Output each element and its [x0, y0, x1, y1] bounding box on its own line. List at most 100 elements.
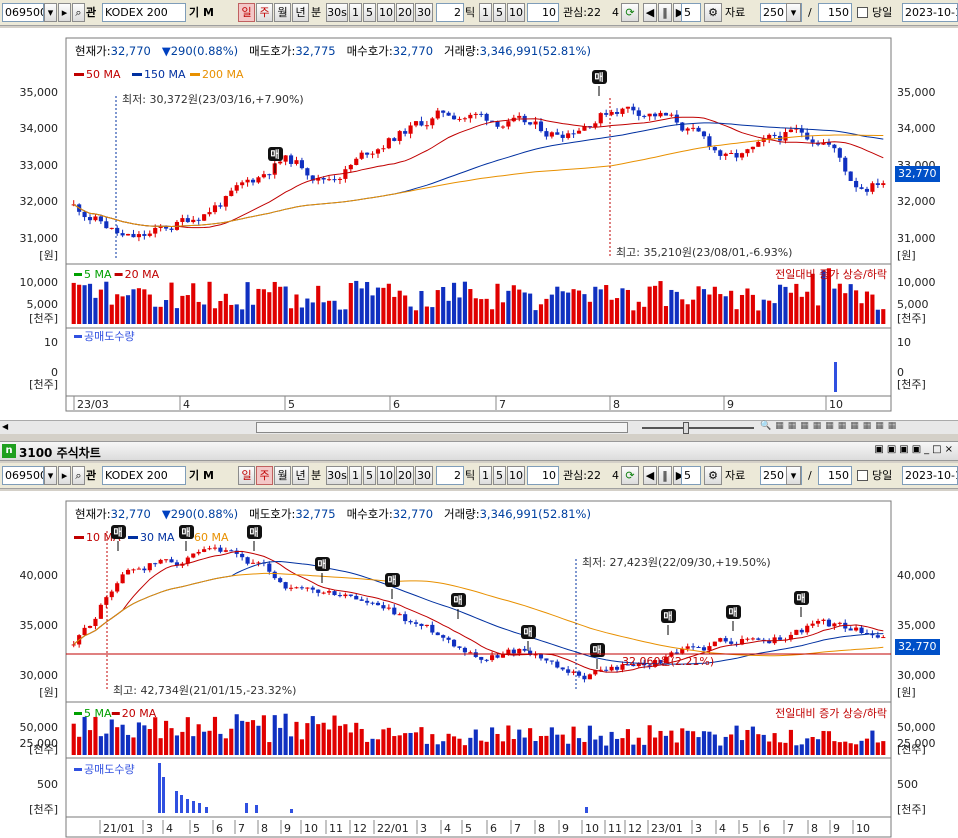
minute-30-tab[interactable]: 30	[415, 3, 433, 22]
code-next-button[interactable]: ▸	[58, 3, 71, 22]
short-volume-bar	[175, 791, 178, 813]
search-icon[interactable]: ⌕	[72, 3, 85, 22]
gwan-label-2[interactable]: 관	[86, 466, 96, 485]
volume-bar	[354, 722, 359, 755]
period-year-tab[interactable]: 년	[292, 3, 309, 22]
step-input[interactable]: 5	[681, 3, 701, 22]
candle-body	[614, 666, 620, 670]
candle-body	[299, 587, 304, 589]
data-total-input-2[interactable]: 150	[818, 466, 852, 485]
x-axis-label: 10	[304, 822, 318, 835]
period-week-tab[interactable]: 주	[256, 3, 273, 22]
period-day-tab[interactable]: 일	[238, 3, 255, 22]
stock-name-field[interactable]: KODEX 200	[102, 3, 186, 22]
settings-gear-icon[interactable]: ⚙	[704, 3, 722, 22]
candle-body	[93, 216, 98, 221]
stock-code-input-2[interactable]: 069500	[2, 466, 44, 485]
chart1-area[interactable]: 35,00035,00034,00034,00033,00033,00032,0…	[0, 28, 958, 420]
stock-code-input[interactable]: 069500	[2, 3, 44, 22]
zoom-slider[interactable]	[642, 427, 754, 429]
chart1-scrollbar[interactable]: ◀ 🔍▦▦▦▦▦▦▦▦▦▦	[0, 420, 958, 434]
candle-body	[164, 559, 169, 561]
volume-bar	[533, 310, 538, 324]
volume-bar	[82, 285, 87, 324]
minute-30s-tab[interactable]: 30s	[326, 3, 348, 22]
x-axis-label: 3	[146, 822, 153, 835]
scroll-left-arrow-icon[interactable]: ◀	[2, 422, 12, 433]
candle-body	[696, 647, 701, 649]
volume-bar	[685, 304, 690, 324]
tick-10-tab-2[interactable]: 10	[507, 466, 525, 485]
period-month-tab[interactable]: 월	[274, 3, 291, 22]
data-count-dropdown-icon-2[interactable]: ▾	[786, 466, 801, 485]
refresh-icon[interactable]: ⟳	[621, 3, 639, 22]
minute-5-tab-2[interactable]: 5	[363, 466, 376, 485]
tick-5-tab-2[interactable]: 5	[493, 466, 506, 485]
minute-30-tab-2[interactable]: 30	[415, 466, 433, 485]
candle-body	[327, 591, 332, 593]
pause-icon-2[interactable]: ‖	[658, 466, 672, 485]
m-label-2[interactable]: M	[203, 466, 214, 485]
tick-count-input[interactable]: 10	[527, 3, 559, 22]
scroll-thumb[interactable]	[256, 422, 628, 433]
pause-icon[interactable]: ‖	[658, 3, 672, 22]
tick-5-tab[interactable]: 5	[493, 3, 506, 22]
step-input-2[interactable]: 5	[681, 466, 701, 485]
prev-arrow-icon-2[interactable]: ◀	[643, 466, 657, 485]
chart2-svg[interactable]: 40,000 40,000 35,000 35,000 30,000 30,000 [원] […	[0, 491, 958, 838]
minute-10-tab-2[interactable]: 10	[377, 466, 395, 485]
date-input-2[interactable]: 2023-10-1	[902, 466, 958, 485]
data-count-dropdown-icon[interactable]: ▾	[786, 3, 801, 22]
zoom-slider-thumb[interactable]	[683, 422, 689, 434]
chart1-svg[interactable]: 35,00035,00034,00034,00033,00033,00032,0…	[0, 28, 958, 420]
data-total-input[interactable]: 150	[818, 3, 852, 22]
volume-legend-swatch	[74, 273, 82, 276]
tick-10-tab[interactable]: 10	[507, 3, 525, 22]
chart-tools-icon[interactable]: 🔍▦▦▦▦▦▦▦▦▦▦	[760, 421, 958, 434]
candle-body	[87, 625, 93, 628]
settings-gear-icon-2[interactable]: ⚙	[704, 466, 722, 485]
candle-body	[837, 148, 842, 158]
tick-1-tab-2[interactable]: 1	[479, 466, 492, 485]
period-day-tab-2[interactable]: 일	[238, 466, 255, 485]
tick-1-tab[interactable]: 1	[479, 3, 492, 22]
minute-1-tab[interactable]: 1	[349, 3, 362, 22]
volume-bar	[674, 742, 679, 755]
minute-5-tab[interactable]: 5	[363, 3, 376, 22]
period-year-tab-2[interactable]: 년	[292, 466, 309, 485]
tick-count-input-2[interactable]: 10	[527, 466, 559, 485]
code-dropdown-button[interactable]: ▾	[44, 3, 57, 22]
candle-body	[283, 582, 288, 589]
x-axis-label: 8	[613, 398, 620, 411]
volume-bar	[479, 740, 484, 755]
today-checkbox[interactable]	[857, 7, 868, 18]
minute-20-tab[interactable]: 20	[396, 3, 414, 22]
minute-30s-tab-2[interactable]: 30s	[326, 466, 348, 485]
search-icon-2[interactable]: ⌕	[72, 466, 85, 485]
code-next-button-2[interactable]: ▸	[58, 466, 71, 485]
date-input[interactable]: 2023-10-1	[902, 3, 958, 22]
minute-1-tab-2[interactable]: 1	[349, 466, 362, 485]
candle-body	[359, 152, 364, 159]
today-checkbox-2[interactable]	[857, 470, 868, 481]
tick-input[interactable]: 2	[436, 3, 464, 22]
prev-arrow-icon[interactable]: ◀	[643, 3, 657, 22]
gi-label-2[interactable]: 기	[189, 466, 199, 485]
tick-input-2[interactable]: 2	[436, 466, 464, 485]
window-controls-icon[interactable]: ▣▣▣▣_□×	[874, 444, 956, 455]
m-label[interactable]: M	[203, 3, 214, 22]
chart2-area[interactable]: 40,000 40,000 35,000 35,000 30,000 30,000 [원] […	[0, 491, 958, 838]
window2-titlebar[interactable]: n 3100 주식차트 ▣▣▣▣_□×	[0, 441, 958, 461]
stock-name-field-2[interactable]: KODEX 200	[102, 466, 186, 485]
volume-bar	[348, 732, 353, 755]
period-week-tab-2[interactable]: 주	[256, 466, 273, 485]
refresh-icon-2[interactable]: ⟳	[621, 466, 639, 485]
gi-label[interactable]: 기	[189, 3, 199, 22]
code-dropdown-button-2[interactable]: ▾	[44, 466, 57, 485]
minute-10-tab[interactable]: 10	[377, 3, 395, 22]
volume-bar	[777, 284, 783, 324]
candle-body	[435, 110, 440, 119]
gwan-label[interactable]: 관	[86, 3, 96, 22]
minute-20-tab-2[interactable]: 20	[396, 466, 414, 485]
period-month-tab-2[interactable]: 월	[274, 466, 291, 485]
